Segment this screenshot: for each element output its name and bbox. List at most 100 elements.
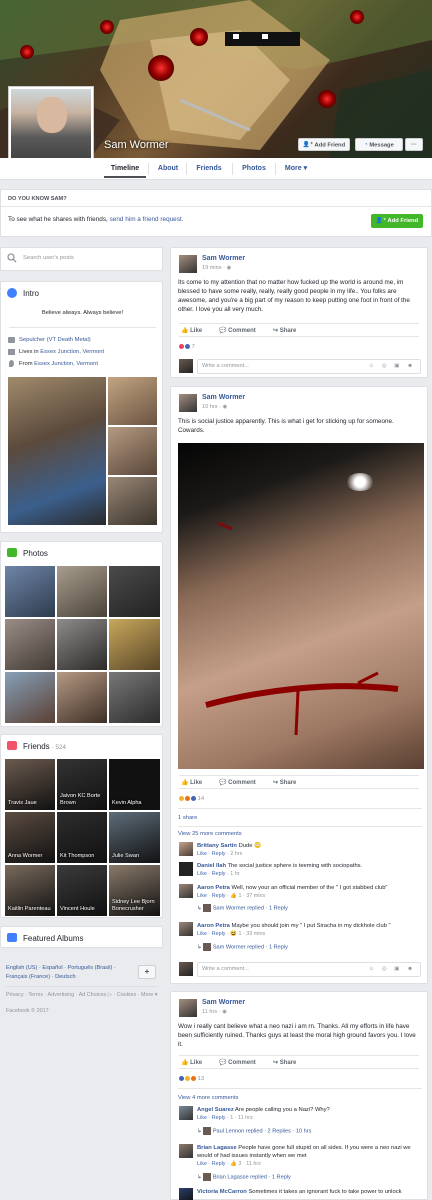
friend-tile[interactable]: Sidney Lee Bjorn Bonecrusher (109, 865, 160, 916)
tab-friends[interactable]: Friends (188, 158, 230, 180)
friend-tile[interactable]: Jaivon KC Borte Brown (57, 759, 107, 810)
comment-like-link[interactable]: Like (197, 1161, 207, 1167)
post-time[interactable]: 10 hrs · ◉ (202, 404, 227, 410)
reactions-summary[interactable]: 13 (178, 1075, 204, 1082)
author-avatar[interactable] (179, 394, 197, 412)
featured-photo-1[interactable] (108, 377, 157, 425)
commenter-avatar[interactable] (179, 1106, 193, 1120)
comment-like-link[interactable]: Like (197, 1115, 207, 1121)
post-author[interactable]: Sam Wormer (202, 255, 245, 262)
lives-link[interactable]: Essex Junction, Vermont (40, 349, 104, 355)
share-count[interactable]: 1 share (178, 815, 197, 821)
featured-photo-2[interactable] (108, 427, 157, 475)
comment-like-link[interactable]: Like (197, 893, 207, 899)
comment-like-link[interactable]: Like (197, 931, 207, 937)
tab-photos[interactable]: Photos (234, 158, 274, 180)
friend-tile[interactable]: Kaitlin Parenteau (5, 865, 55, 916)
message-button[interactable]: ◔ Message (355, 138, 403, 151)
comment-author[interactable]: Angel Suarez (197, 1107, 234, 1113)
post-photo[interactable] (178, 443, 424, 769)
comment-reply-link[interactable]: Reply (212, 851, 226, 857)
comment-author[interactable]: Brittany Sartin (197, 843, 237, 849)
like-button[interactable]: 👍 Like (181, 327, 202, 334)
comment-reply-link[interactable]: Reply (212, 931, 226, 937)
post-time[interactable]: 11 hrs · ◉ (202, 1009, 227, 1015)
friend-name[interactable]: Vincent Houle (60, 906, 104, 913)
post-time[interactable]: 19 mins · ◉ (202, 265, 231, 271)
tab-timeline[interactable]: Timeline (104, 158, 146, 178)
comment-button[interactable]: 💬 Comment (219, 779, 256, 786)
reactions-summary[interactable]: 14 (178, 795, 204, 802)
profile-name[interactable]: Sam Wormer (104, 139, 169, 151)
comment-reply-link[interactable]: Reply (212, 871, 226, 877)
comment-input[interactable]: Write a comment... ☺ ◎ ▣ ☻ (197, 962, 421, 977)
photo-thumb[interactable] (5, 566, 55, 617)
commenter-avatar[interactable] (179, 922, 193, 936)
friend-name[interactable]: Sidney Lee Bjorn Bonecrusher (112, 899, 156, 913)
comment-author[interactable]: Brian Lagasse (197, 1145, 237, 1151)
reply-summary[interactable]: ↳ Paul Lennon replied · 2 Replies · 10 h… (197, 1127, 311, 1135)
comment-like-link[interactable]: Like (197, 871, 207, 877)
comment-reply-link[interactable]: Reply (212, 1161, 226, 1167)
friend-name[interactable]: Kit Thompson (60, 853, 104, 860)
share-button[interactable]: ↪ Share (273, 1059, 296, 1066)
add-language-button[interactable]: + (138, 965, 156, 979)
featured-albums-panel[interactable]: Featured Albums (0, 926, 163, 948)
friend-tile[interactable]: Julie Swan (109, 812, 160, 863)
comment-author[interactable]: Victoria McCarron (197, 1189, 247, 1195)
more-options-button[interactable]: ··· (405, 138, 423, 151)
commenter-avatar[interactable] (179, 1188, 193, 1200)
comment-author[interactable]: Aaron Petra (197, 923, 230, 929)
author-avatar[interactable] (179, 255, 197, 273)
photo-thumb[interactable] (57, 619, 107, 670)
friend-tile[interactable]: Travis Jaue (5, 759, 55, 810)
photo-thumb[interactable] (5, 672, 55, 723)
comment-tools-icon[interactable]: ☺ ◎ ▣ ☻ (369, 360, 416, 373)
comment-button[interactable]: 💬 Comment (219, 327, 256, 334)
friend-name[interactable]: Julie Swan (112, 853, 156, 860)
photo-thumb[interactable] (57, 566, 107, 617)
commenter-avatar[interactable] (179, 1144, 193, 1158)
commenter-avatar[interactable] (179, 842, 193, 856)
comment-tools-icon[interactable]: ☺ ◎ ▣ ☻ (369, 963, 416, 976)
friend-tile[interactable]: Vincent Houle (57, 865, 107, 916)
photo-thumb[interactable] (109, 619, 160, 670)
comment-author[interactable]: Daniel Ilah (197, 863, 226, 869)
photo-thumb[interactable] (57, 672, 107, 723)
add-friend-button[interactable]: 👤⁺ Add Friend (298, 138, 350, 151)
photo-thumb[interactable] (5, 619, 55, 670)
comment-reply-link[interactable]: Reply (212, 1115, 226, 1121)
photo-thumb[interactable] (109, 566, 160, 617)
like-button[interactable]: 👍 Like (181, 1059, 202, 1066)
like-button[interactable]: 👍 Like (181, 779, 202, 786)
comment-reply-link[interactable]: Reply (212, 893, 226, 899)
share-button[interactable]: ↪ Share (273, 779, 296, 786)
view-more-comments[interactable]: View 4 more comments (178, 1095, 238, 1101)
comment-input[interactable]: Write a comment... ☺ ◎ ▣ ☻ (197, 359, 421, 374)
search-posts-box[interactable]: Search user's posts (0, 247, 163, 271)
from-link[interactable]: Essex Junction, Vermont (34, 361, 98, 367)
comment-button[interactable]: 💬 Comment (219, 1059, 256, 1066)
friend-tile[interactable]: Anna Wormer (5, 812, 55, 863)
reactions-summary[interactable]: 7 (178, 343, 195, 350)
friend-tile[interactable]: Kit Thompson (57, 812, 107, 863)
featured-photo-main[interactable] (8, 377, 106, 525)
tab-more[interactable]: More ▾ (278, 158, 314, 180)
reply-summary[interactable]: ↳ Sam Wormer replied · 1 Reply (197, 904, 288, 912)
comment-like-link[interactable]: Like (197, 851, 207, 857)
send-friend-request-link[interactable]: send him a friend request. (110, 216, 184, 223)
share-button[interactable]: ↪ Share (273, 327, 296, 334)
reply-summary[interactable]: ↳ Brian Lagasse replied · 1 Reply (197, 1173, 291, 1181)
author-avatar[interactable] (179, 999, 197, 1017)
friend-name[interactable]: Travis Jaue (8, 800, 52, 807)
friend-name[interactable]: Anna Wormer (8, 853, 52, 860)
post-author[interactable]: Sam Wormer (202, 999, 245, 1006)
add-friend-green-button[interactable]: 👤⁺ Add Friend (371, 214, 423, 228)
featured-photo-3[interactable] (108, 477, 157, 525)
friend-tile[interactable]: Kevin Alpha (109, 759, 160, 810)
friend-name[interactable]: Jaivon KC Borte Brown (60, 793, 104, 807)
tab-about[interactable]: About (150, 158, 186, 180)
photo-thumb[interactable] (109, 672, 160, 723)
friend-name[interactable]: Kaitlin Parenteau (8, 906, 52, 913)
language-list[interactable]: English (US) · Español · Português (Bras… (6, 964, 134, 982)
